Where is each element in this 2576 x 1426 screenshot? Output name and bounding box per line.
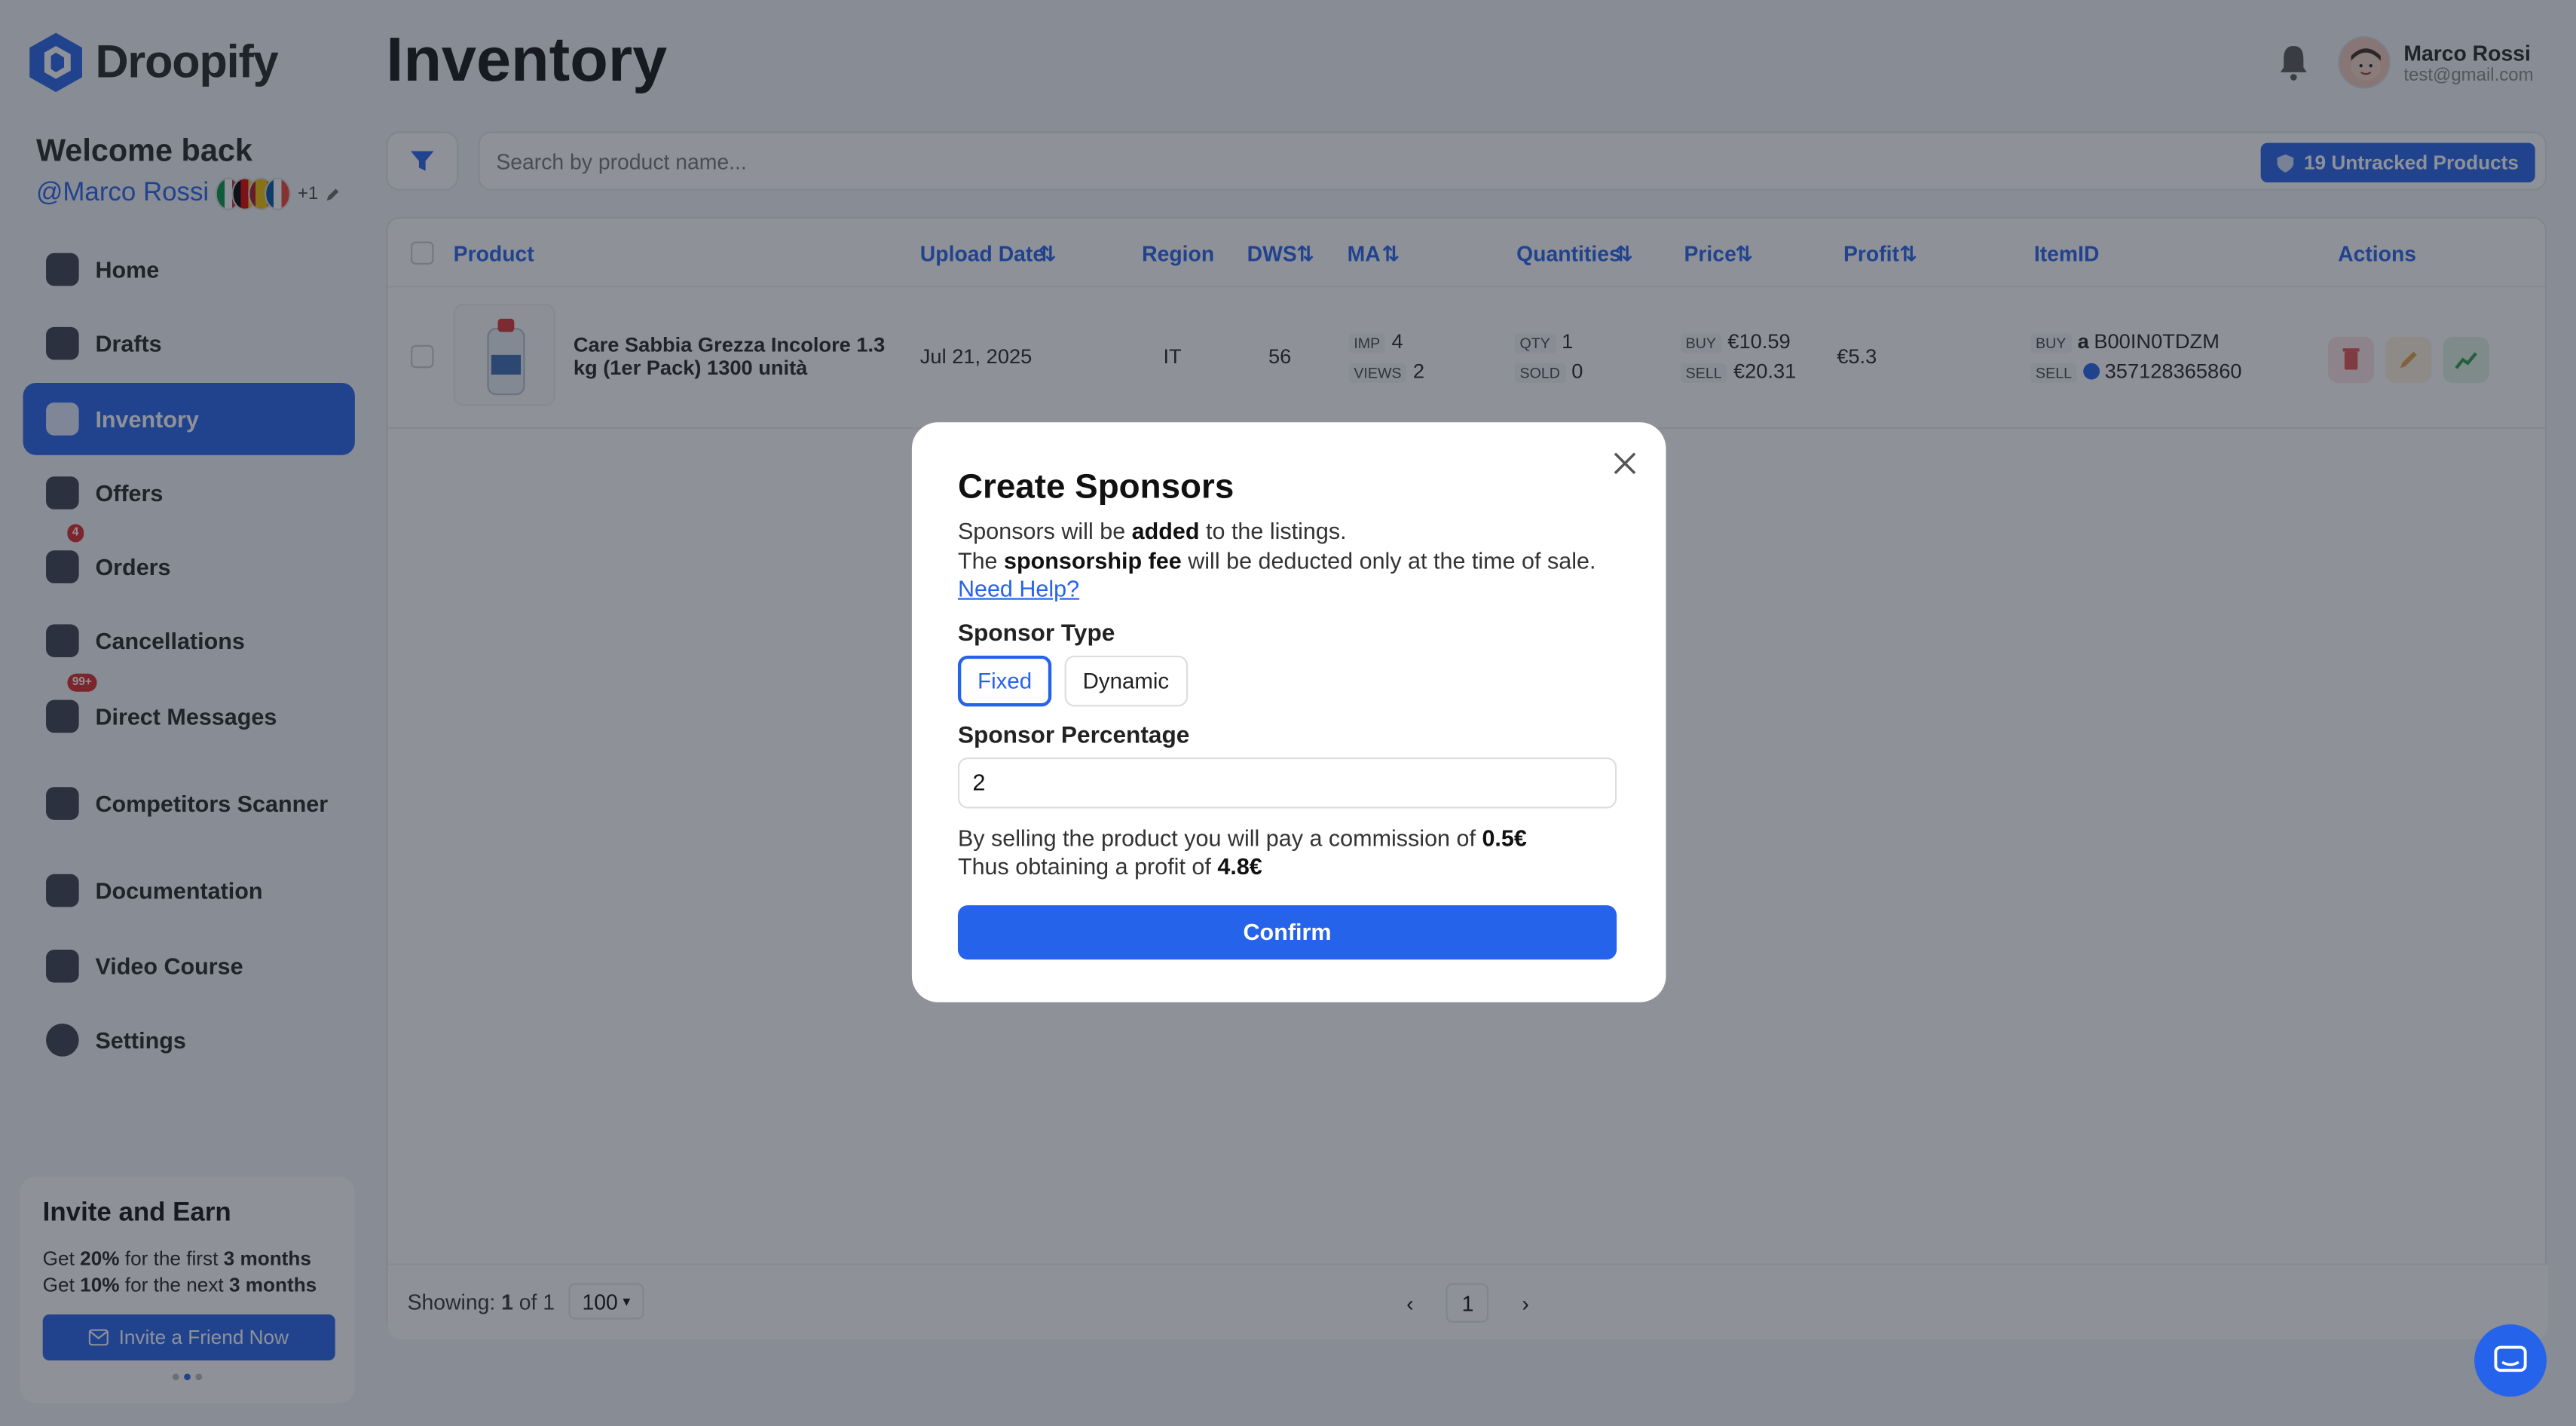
chat-icon	[2494, 1345, 2527, 1372]
create-sponsors-modal: Create Sponsors Sponsors will be added t…	[911, 422, 1666, 1002]
modal-description-2: The sponsorship fee will be deducted onl…	[957, 546, 1596, 601]
sponsor-type-fixed[interactable]: Fixed	[957, 654, 1052, 706]
sponsor-type-label: Sponsor Type	[957, 620, 1115, 647]
chat-support-button[interactable]	[2474, 1324, 2547, 1397]
sponsor-type-dynamic[interactable]: Dynamic	[1064, 654, 1188, 706]
commission-text: By selling the product you will pay a co…	[957, 824, 1527, 851]
need-help-link[interactable]: Need Help?	[958, 575, 1079, 601]
profit-text: Thus obtaining a profit of 4.8€	[957, 852, 1262, 880]
sponsor-type-toggle: Fixed Dynamic	[957, 654, 1620, 706]
confirm-button[interactable]: Confirm	[957, 904, 1617, 959]
modal-title: Create Sponsors	[957, 468, 1234, 506]
close-icon[interactable]	[1610, 448, 1639, 478]
sponsor-percentage-label: Sponsor Percentage	[957, 722, 1190, 748]
modal-description-1: Sponsors will be added to the listings.	[957, 517, 1347, 544]
app-root: Droopify Welcome back @Marco Rossi +1 Ho…	[0, 0, 2576, 1426]
sponsor-percentage-input[interactable]	[957, 756, 1617, 808]
